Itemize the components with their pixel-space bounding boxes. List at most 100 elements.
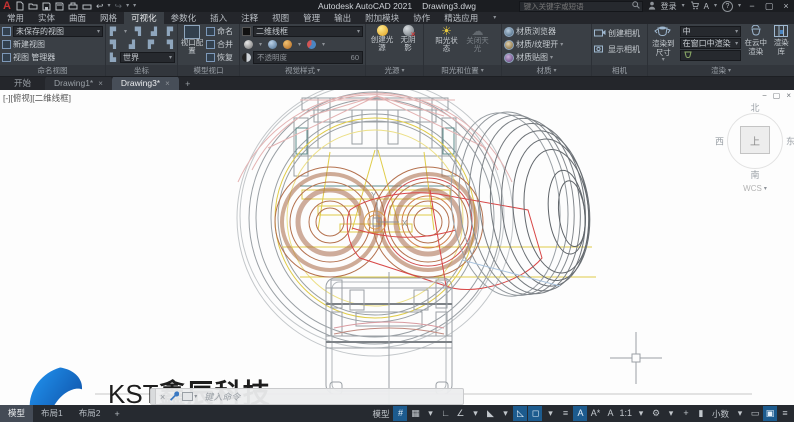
redo-icon[interactable]: ↪	[115, 1, 123, 11]
render-in-cloud-button[interactable]: 在云中渲染	[744, 24, 767, 64]
app-store-cart-icon[interactable]	[690, 1, 699, 12]
ucs-icon-2[interactable]: ▜	[133, 27, 143, 36]
search-box[interactable]	[518, 0, 643, 12]
viewport-config-button[interactable]: 视口配置	[180, 25, 204, 64]
help-icon[interactable]: ?	[721, 0, 733, 12]
edge-caret-icon[interactable]: ▾	[298, 42, 301, 48]
render-size-button[interactable]: 渲染到尺寸 ▾	[650, 25, 677, 64]
render-output-field[interactable]	[679, 50, 742, 61]
save-as-icon[interactable]	[55, 2, 64, 11]
viewport-join-button[interactable]: 合并	[206, 38, 233, 51]
tab-mesh[interactable]: 网格	[93, 12, 124, 24]
tab-featured-apps[interactable]: 精选应用	[437, 12, 485, 24]
redo-caret-icon[interactable]: ▾	[126, 3, 129, 9]
annotation-monitor-icon[interactable]: +	[679, 406, 693, 421]
new-drawing-tab-button[interactable]: +	[182, 78, 194, 90]
tab-addins[interactable]: 附加模块	[358, 12, 406, 24]
snap-caret-icon[interactable]: ▾	[423, 406, 437, 421]
edge-effects-icon[interactable]	[283, 40, 293, 49]
object-snap-caret-icon[interactable]: ▾	[543, 406, 557, 421]
command-input[interactable]: 键入命令	[200, 390, 240, 403]
face-style-icon[interactable]	[244, 40, 253, 49]
show-camera-button[interactable]: 显示相机	[594, 41, 645, 57]
tab-insert[interactable]: 插入	[203, 12, 234, 24]
viewcube-east[interactable]: 东	[786, 135, 794, 148]
sign-in-person-icon[interactable]	[648, 1, 656, 12]
qat-customize-caret-icon[interactable]: ▾	[133, 3, 136, 9]
clean-screen-icon[interactable]: ▣	[763, 406, 777, 421]
command-line-close-icon[interactable]: ×	[156, 392, 169, 402]
tab-output[interactable]: 输出	[327, 12, 358, 24]
plot-icon[interactable]	[68, 2, 78, 11]
save-icon[interactable]	[42, 2, 51, 11]
tab-manage[interactable]: 管理	[296, 12, 327, 24]
scale-caret-icon[interactable]: ▾	[634, 406, 648, 421]
file-tab-start[interactable]: 开始	[0, 76, 45, 90]
named-view-dropdown[interactable]: 未保存的视图 ▾	[13, 26, 103, 37]
material-texture-button[interactable]: 材质/纹理开 ▾	[504, 38, 589, 51]
ucs-icon-4[interactable]: ▛	[165, 27, 175, 36]
ucs-caret-icon[interactable]: ▾	[124, 29, 127, 35]
lineweight-toggle-icon[interactable]: ≡	[558, 406, 572, 421]
new-view-button[interactable]: 新建视图	[2, 38, 103, 51]
grid-toggle-icon[interactable]: #	[393, 406, 408, 421]
ucs-world-dropdown[interactable]: 世界 ▾	[120, 52, 175, 63]
isolate-objects-icon[interactable]: ▮	[694, 406, 708, 421]
account-caret-icon[interactable]: ▾	[714, 3, 717, 9]
file-tab-drawing1[interactable]: Drawing1* ×	[45, 76, 112, 90]
ucs-icon-5[interactable]: ▜	[108, 40, 118, 49]
recent-commands-dropdown[interactable]: ▾	[179, 392, 200, 401]
tab-visualize[interactable]: 可视化	[124, 12, 164, 24]
model-tab[interactable]: 模型	[0, 405, 34, 422]
panel-label-camera[interactable]: 相机	[592, 65, 647, 76]
ucs-icon-8[interactable]: ▜	[165, 40, 175, 49]
panel-label-sun-location[interactable]: 阳光和位置 ▾	[424, 65, 501, 76]
ucs-icon-1[interactable]: ▛	[108, 27, 118, 36]
isodraft-icon[interactable]: ◣	[483, 406, 497, 421]
render-quality-dropdown[interactable]: 中 ▾	[679, 26, 742, 37]
viewport-named-button[interactable]: 命名	[206, 25, 233, 38]
tab-annotate[interactable]: 注释	[234, 12, 265, 24]
new-file-icon[interactable]	[16, 1, 24, 11]
viewcube-south[interactable]: 南	[750, 168, 759, 181]
create-camera-button[interactable]: 创建相机	[594, 25, 645, 41]
viewcube-top-face[interactable]: 上	[740, 126, 770, 154]
annotation-visibility-icon[interactable]: A	[573, 406, 588, 421]
snap-toggle-icon[interactable]: ▦	[408, 406, 422, 421]
panel-label-lights[interactable]: 光源 ▾	[366, 65, 423, 76]
layout1-tab[interactable]: 布局1	[33, 405, 71, 422]
panel-label-materials[interactable]: 材质 ▾	[502, 65, 591, 76]
annotation-autoscale-icon[interactable]: A*	[588, 406, 602, 421]
object-snap-icon[interactable]: ◻	[528, 406, 543, 421]
file-tab-drawing3[interactable]: Drawing3* ×	[111, 76, 179, 90]
ucs-icon-7[interactable]: ▛	[146, 40, 156, 49]
viewcube-compass[interactable]: 北 南 西 东 上	[715, 103, 794, 180]
shaded-sphere-icon[interactable]	[268, 40, 278, 49]
tab-parametric[interactable]: 参数化	[164, 12, 204, 24]
panel-label-named-views[interactable]: 命名视图	[0, 65, 105, 76]
view-manager-button[interactable]: 视图 管理器	[2, 51, 103, 64]
object-snap-tracking-icon[interactable]: ◺	[513, 406, 528, 421]
opacity-icon[interactable]	[242, 53, 251, 62]
ortho-toggle-icon[interactable]: ∟	[438, 406, 452, 421]
ucs-icon-3[interactable]: ▟	[149, 27, 159, 36]
sun-status-button[interactable]: ☀ 阳光状态	[434, 25, 460, 64]
customize-menu-icon[interactable]: ≡	[778, 406, 792, 421]
help-caret-icon[interactable]: ▾	[738, 3, 741, 9]
sky-off-button[interactable]: ☁ 关闭天光	[464, 25, 492, 64]
command-line-customize-icon[interactable]	[169, 390, 180, 403]
file-tab-drawing1-close-icon[interactable]: ×	[98, 79, 103, 88]
xray-caret-icon[interactable]: ▾	[322, 42, 325, 48]
create-light-button[interactable]: 创建光源	[370, 25, 394, 64]
viewcube-wcs-menu[interactable]: WCS ▾	[722, 184, 788, 193]
world-ucs-icon[interactable]: ▙	[108, 53, 118, 62]
material-mapping-button[interactable]: 材质贴图 ▾	[504, 51, 589, 64]
publish-icon[interactable]	[82, 2, 92, 11]
undo-caret-icon[interactable]: ▾	[108, 3, 111, 9]
viewcube-west[interactable]: 西	[715, 135, 724, 148]
material-browser-button[interactable]: 材质浏览器	[504, 25, 589, 38]
panel-label-visual-styles[interactable]: 视觉样式 ▾	[240, 65, 365, 76]
render-target-dropdown[interactable]: 在窗口中渲染 ▾	[679, 38, 742, 49]
isodraft-caret-icon[interactable]: ▾	[498, 406, 512, 421]
signin-caret-icon[interactable]: ▾	[682, 3, 685, 9]
